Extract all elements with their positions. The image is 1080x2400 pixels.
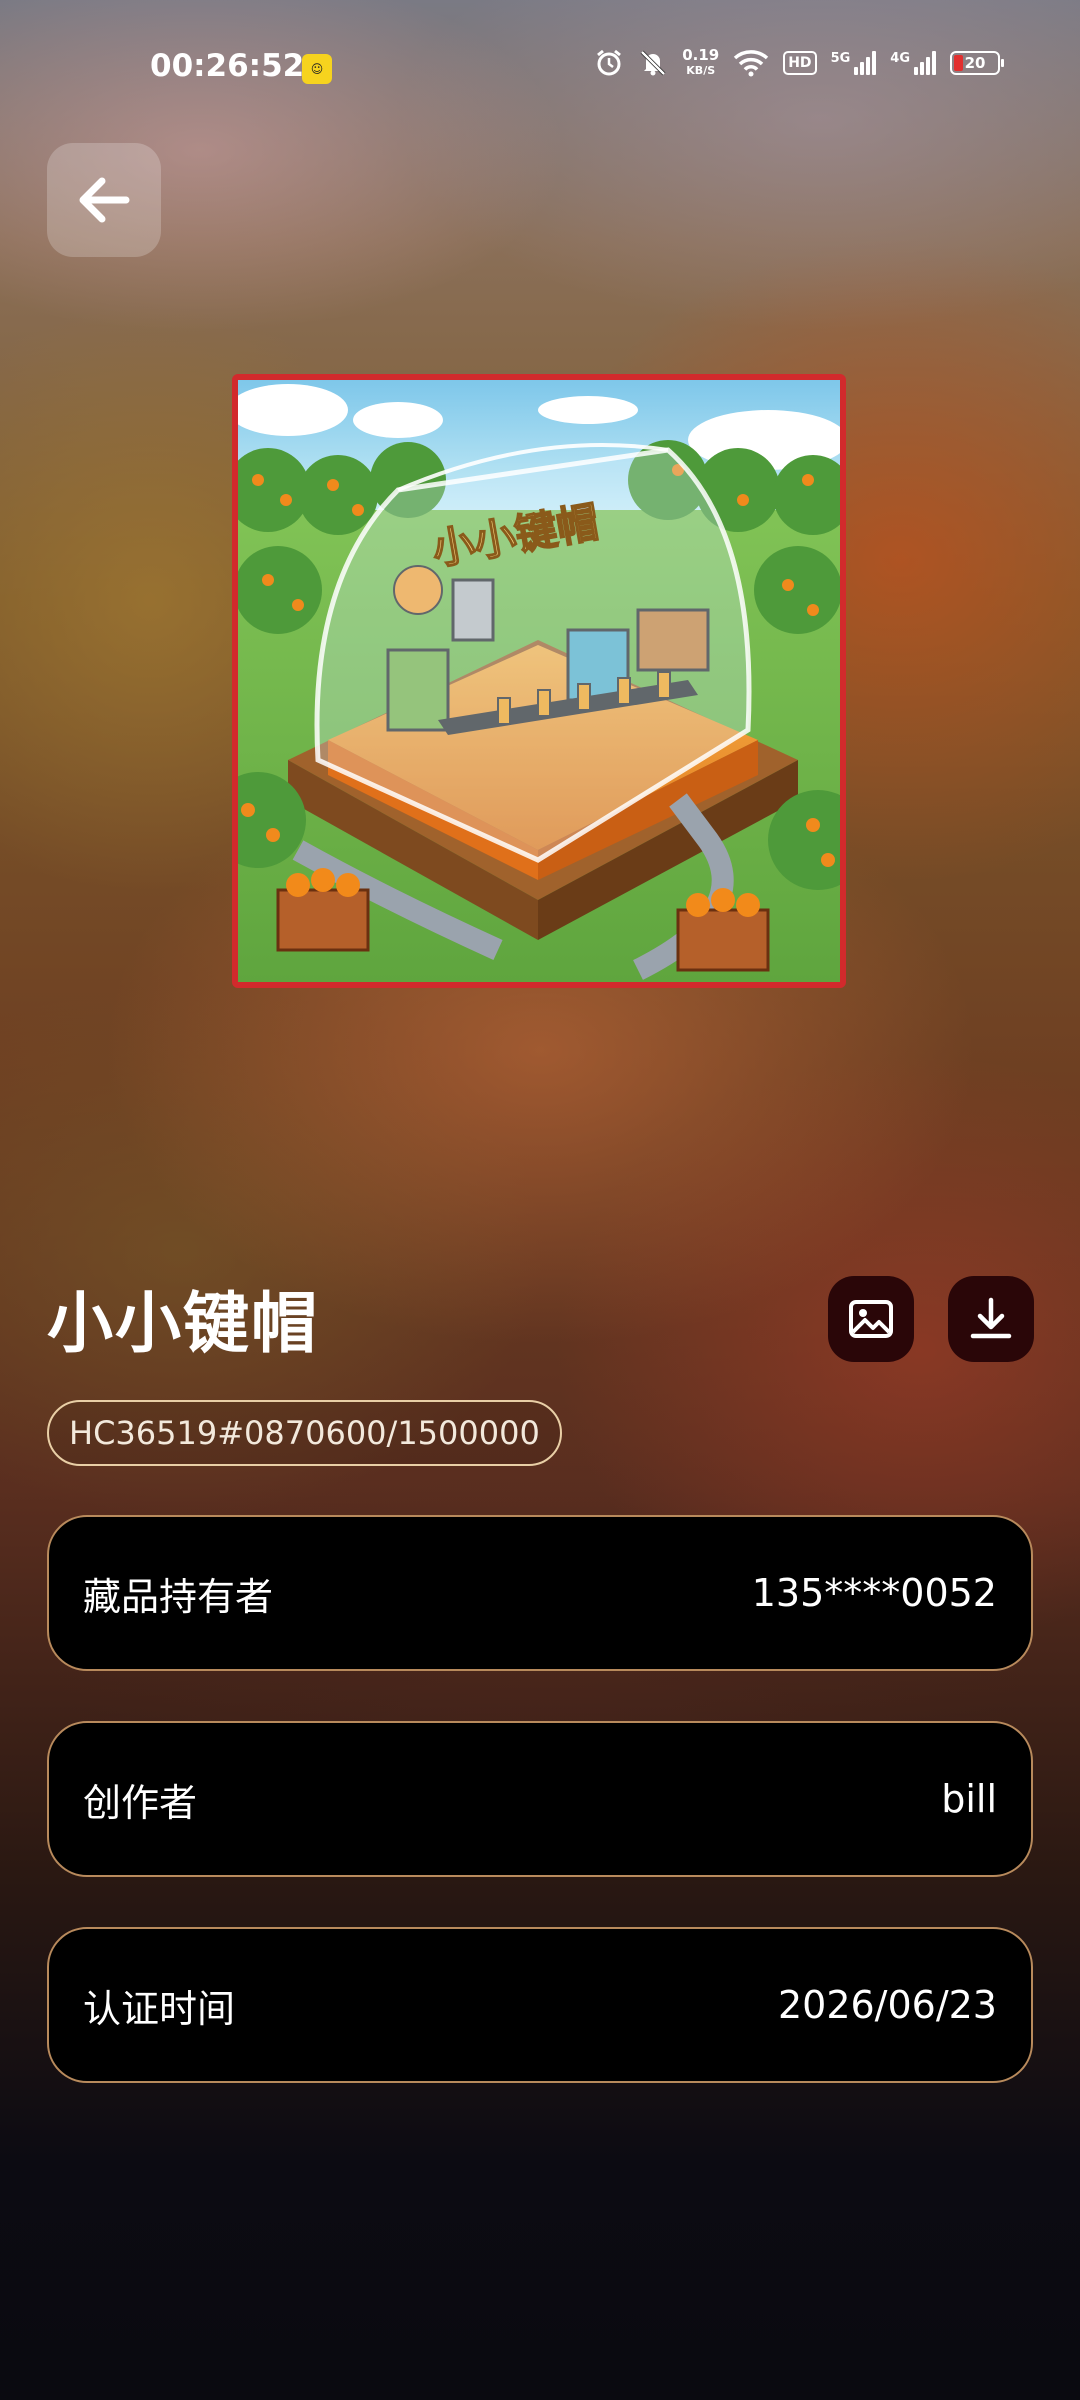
cert-time-value: 2026/06/23 xyxy=(777,1983,997,2027)
orange-juice-factory-illustration: 小小键帽 xyxy=(238,380,840,982)
status-icons: 0.19 KB/S HD 5G 4G 20 xyxy=(594,48,1004,78)
app-notification-icon: ☺ xyxy=(302,54,332,84)
arrow-left-icon xyxy=(79,177,130,223)
back-button[interactable] xyxy=(47,143,161,257)
signal-5g-icon: 5G xyxy=(831,51,877,75)
info-card-creator: 创作者 bill xyxy=(47,1721,1033,1877)
creator-label: 创作者 xyxy=(83,1780,198,1825)
net-speed-value: 0.19 xyxy=(682,46,720,64)
net-speed-unit: KB/S xyxy=(686,64,716,77)
download-icon xyxy=(970,1297,1012,1339)
status-bar: 00:26:52 ☺ 0.19 KB/S HD 5G 4G 20 xyxy=(0,0,1080,140)
holder-value: 135****0052 xyxy=(751,1571,997,1615)
signal-4g-label: 4G xyxy=(890,51,910,66)
mute-bell-icon xyxy=(638,48,668,78)
wifi-icon xyxy=(733,49,769,77)
serial-number-badge: HC36519#0870600/1500000 xyxy=(47,1400,562,1466)
collectible-artwork[interactable]: 小小键帽 xyxy=(232,374,846,988)
view-image-button[interactable] xyxy=(828,1276,914,1362)
battery-level: 20 xyxy=(964,54,986,72)
alarm-icon xyxy=(594,48,624,78)
info-card-cert-time: 认证时间 2026/06/23 xyxy=(47,1927,1033,2083)
status-time: 00:26:52 xyxy=(150,48,305,84)
collectible-title: 小小键帽 xyxy=(47,1285,319,1362)
creator-value: bill xyxy=(941,1777,997,1821)
cert-time-label: 认证时间 xyxy=(83,1986,236,2031)
net-speed: 0.19 KB/S xyxy=(682,48,719,78)
image-icon xyxy=(849,1300,893,1338)
signal-4g-icon: 4G xyxy=(890,51,936,75)
signal-5g-label: 5G xyxy=(830,51,851,66)
holder-label: 藏品持有者 xyxy=(83,1574,274,1619)
info-card-holder: 藏品持有者 135****0052 xyxy=(47,1515,1033,1671)
download-button[interactable] xyxy=(948,1276,1034,1362)
hd-badge: HD xyxy=(783,51,817,75)
battery-icon: 20 xyxy=(950,51,1004,75)
